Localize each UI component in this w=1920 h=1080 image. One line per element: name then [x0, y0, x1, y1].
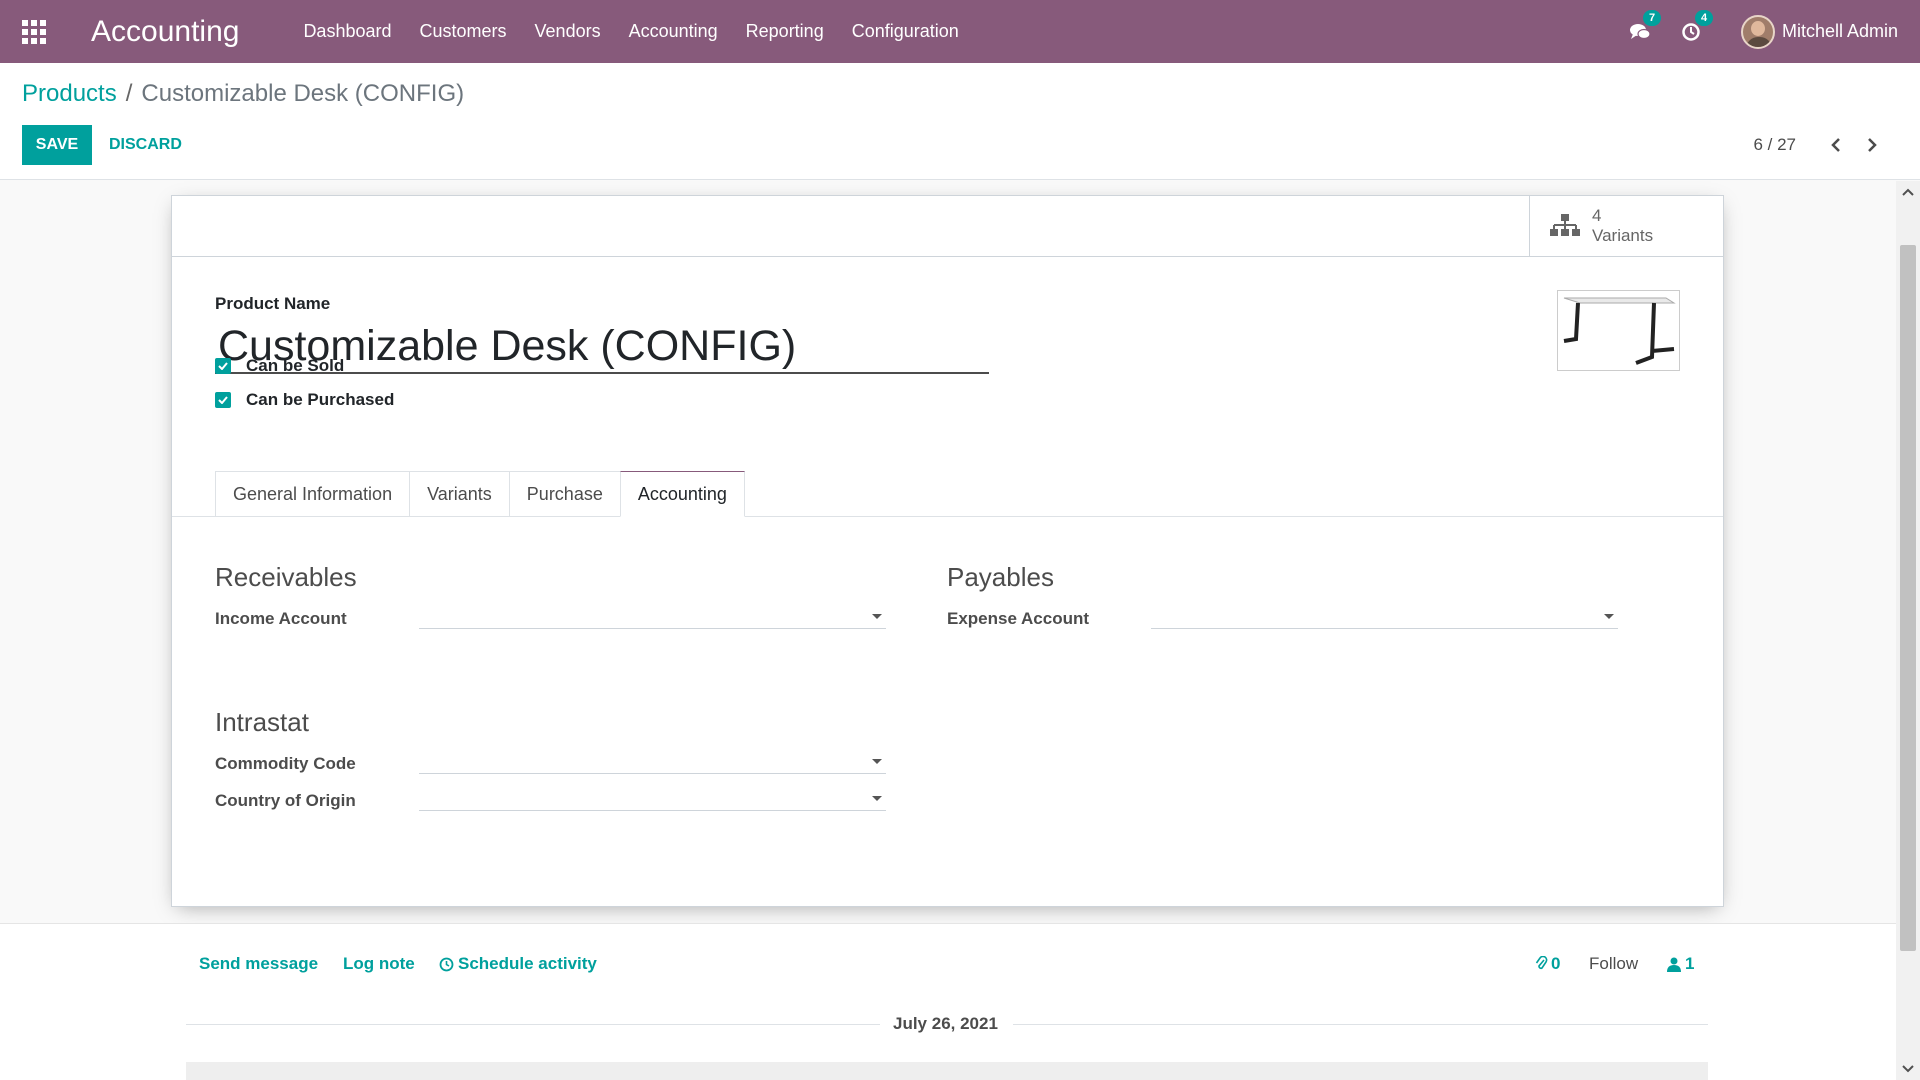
expense-account-select[interactable]	[1151, 601, 1618, 629]
control-panel: Products / Customizable Desk (CONFIG) SA…	[0, 63, 1920, 180]
app-name: Accounting	[91, 14, 240, 48]
breadcrumb-products-link[interactable]: Products	[22, 80, 117, 108]
log-note-button[interactable]: Log note	[343, 954, 415, 974]
main-menu: Dashboard Customers Vendors Accounting R…	[289, 0, 972, 63]
check-icon	[218, 396, 228, 404]
scroll-thumb[interactable]	[1900, 245, 1916, 951]
form-sheet: 4 Variants Product Name Customizable Des…	[171, 195, 1724, 907]
country-origin-label: Country of Origin	[215, 791, 356, 810]
followers-count: 1	[1685, 954, 1695, 973]
top-navbar: Accounting Dashboard Customers Vendors A…	[0, 0, 1920, 63]
activities-button[interactable]: 4	[1681, 9, 1714, 42]
sitemap-icon	[1550, 214, 1580, 236]
pager-next-button[interactable]	[1854, 127, 1890, 163]
can-be-sold-row: Can be Sold	[215, 356, 344, 376]
chatter: Send message Log note Schedule activity …	[0, 923, 1896, 1080]
variants-count: 4	[1592, 206, 1602, 225]
breadcrumb: Products / Customizable Desk (CONFIG)	[22, 80, 464, 108]
commodity-code-select[interactable]	[419, 746, 886, 774]
tab-variants[interactable]: Variants	[409, 471, 509, 517]
menu-accounting[interactable]: Accounting	[615, 0, 732, 63]
breadcrumb-separator: /	[125, 80, 133, 107]
chevron-up-icon	[1902, 188, 1914, 196]
paperclip-icon	[1535, 956, 1548, 970]
chevron-down-icon	[1902, 1065, 1914, 1073]
scroll-up-arrow[interactable]	[1896, 181, 1920, 203]
followers-button[interactable]: 1	[1667, 954, 1694, 974]
variants-label: Variants	[1592, 226, 1654, 245]
tab-purchase[interactable]: Purchase	[508, 471, 620, 517]
caret-down-icon	[872, 614, 882, 619]
page-scrollbar[interactable]	[1896, 181, 1920, 1080]
messages-badge: 7	[1642, 9, 1662, 26]
scroll-down-arrow[interactable]	[1896, 1058, 1920, 1080]
can-be-purchased-row: Can be Purchased	[215, 390, 394, 410]
schedule-activity-label: Schedule activity	[458, 954, 597, 973]
can-be-sold-checkbox[interactable]	[215, 358, 231, 374]
product-name-label: Product Name	[215, 294, 331, 313]
systray: 7 4 Mitchell Admin	[1629, 0, 1898, 63]
save-button[interactable]: SAVE	[22, 125, 92, 165]
user-name[interactable]: Mitchell Admin	[1782, 21, 1898, 42]
activities-badge: 4	[1694, 9, 1714, 26]
can-be-purchased-label[interactable]: Can be Purchased	[246, 390, 394, 410]
caret-down-icon	[872, 759, 882, 764]
date-separator-line-right	[1013, 1024, 1708, 1025]
menu-vendors[interactable]: Vendors	[521, 0, 615, 63]
pager: 6 / 27	[1753, 125, 1890, 165]
intrastat-title: Intrastat	[215, 707, 309, 737]
attachments-count: 0	[1551, 954, 1561, 973]
clock-icon	[439, 957, 454, 971]
user-icon	[1667, 957, 1681, 972]
payables-title: Payables	[947, 562, 1054, 592]
date-separator-line-left	[186, 1024, 880, 1025]
date-separator: July 26, 2021	[893, 1014, 998, 1033]
can-be-sold-label[interactable]: Can be Sold	[246, 356, 344, 376]
country-origin-select[interactable]	[419, 783, 886, 811]
schedule-activity-button[interactable]: Schedule activity	[439, 954, 597, 974]
send-message-button[interactable]: Send message	[199, 954, 318, 974]
income-account-label: Income Account	[215, 609, 347, 628]
discard-button[interactable]: DISCARD	[99, 125, 192, 165]
chevron-left-icon	[1831, 138, 1840, 152]
messages-button[interactable]: 7	[1629, 9, 1662, 42]
check-icon	[218, 362, 228, 370]
caret-down-icon	[872, 796, 882, 801]
menu-customers[interactable]: Customers	[406, 0, 521, 63]
caret-down-icon	[1604, 614, 1614, 619]
tab-general-information[interactable]: General Information	[215, 471, 410, 517]
desk-image	[1563, 297, 1676, 365]
expense-account-label: Expense Account	[947, 609, 1090, 628]
menu-dashboard[interactable]: Dashboard	[289, 0, 405, 63]
menu-reporting[interactable]: Reporting	[732, 0, 838, 63]
product-image[interactable]	[1557, 290, 1680, 371]
chevron-right-icon	[1868, 138, 1877, 152]
breadcrumb-current: Customizable Desk (CONFIG)	[141, 80, 465, 107]
income-account-select[interactable]	[419, 601, 886, 629]
tab-accounting[interactable]: Accounting	[619, 471, 745, 517]
button-box: 4 Variants	[172, 196, 1723, 257]
apps-menu-icon[interactable]	[0, 0, 68, 63]
follow-button[interactable]: Follow	[1589, 954, 1638, 974]
message-item	[186, 1062, 1708, 1080]
variants-stat-button[interactable]: 4 Variants	[1529, 196, 1723, 256]
pager-value[interactable]: 6 / 27	[1753, 135, 1796, 155]
menu-configuration[interactable]: Configuration	[838, 0, 973, 63]
attachments-button[interactable]: 0	[1535, 954, 1560, 974]
user-avatar[interactable]	[1740, 14, 1775, 49]
can-be-purchased-checkbox[interactable]	[215, 392, 231, 408]
notebook-tabs: General Information Variants Purchase Ac…	[215, 471, 745, 517]
receivables-title: Receivables	[215, 562, 357, 592]
commodity-code-label: Commodity Code	[215, 754, 356, 773]
pager-previous-button[interactable]	[1818, 127, 1854, 163]
